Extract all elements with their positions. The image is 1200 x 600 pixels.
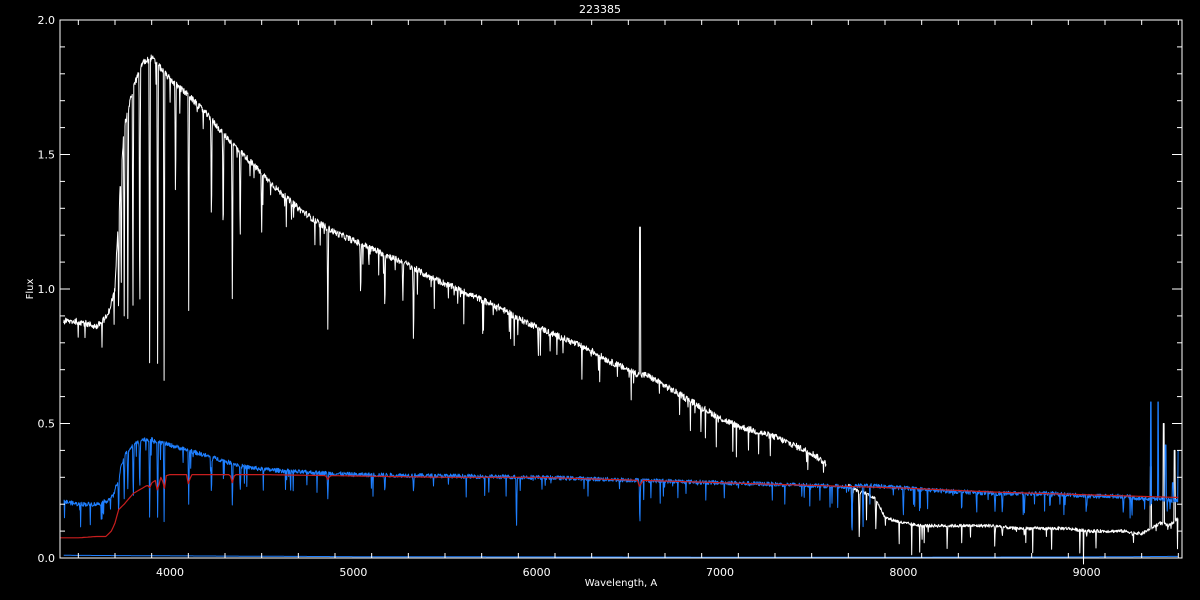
x-tick-label: 6000 (523, 566, 551, 579)
x-tick-label: 9000 (1073, 566, 1101, 579)
x-tick-label: 5000 (339, 566, 367, 579)
y-tick-label: 2.0 (38, 14, 56, 27)
x-tick-label: 8000 (889, 566, 917, 579)
x-tick-label: 4000 (156, 566, 184, 579)
chart-title: 223385 (579, 3, 621, 16)
y-tick-label: 1.5 (38, 149, 56, 162)
spectrum-chart: 223385 4000 5000 6000 7000 8000 9000 0.0 0.5 1.… (0, 0, 1200, 600)
x-tick-label: 7000 (706, 566, 734, 579)
y-tick-label: 1.0 (38, 283, 56, 296)
x-axis-label: Wavelength, A (585, 578, 658, 589)
y-tick-label: 0.5 (38, 418, 56, 431)
y-axis-label: Flux (25, 279, 36, 300)
y-tick-label: 0.0 (38, 552, 56, 565)
